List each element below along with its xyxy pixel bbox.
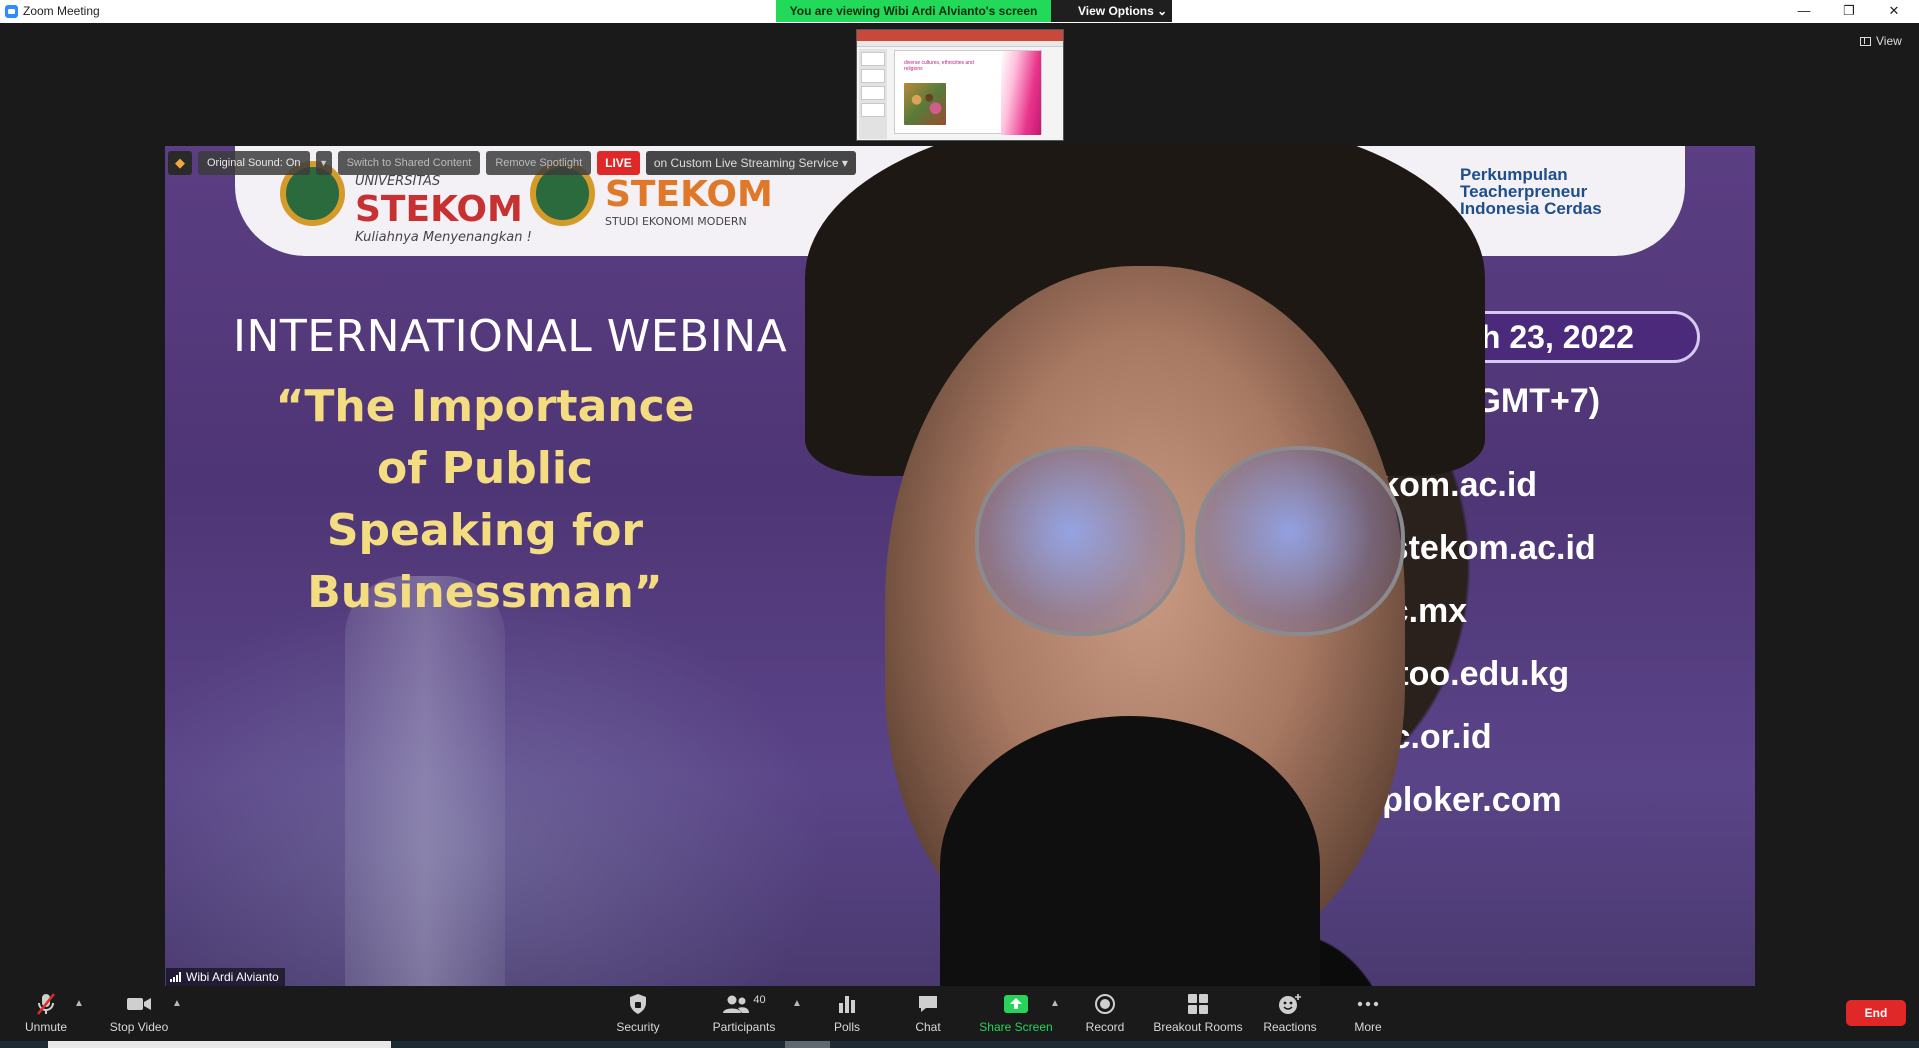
- screen-share-banner: You are viewing Wibi Ardi Alvianto's scr…: [776, 0, 1172, 22]
- shield-icon[interactable]: ◆: [168, 150, 192, 175]
- participants-button[interactable]: 40 Participants: [708, 986, 780, 1041]
- share-screen-button[interactable]: Share Screen: [976, 986, 1056, 1041]
- live-stream-label: on Custom Live Streaming Service: [653, 155, 839, 170]
- breakout-rooms-label: Breakout Rooms: [1153, 1020, 1243, 1034]
- share-options-chevron-icon[interactable]: ▲: [1050, 998, 1060, 1009]
- muted-mic-icon: [34, 992, 58, 1016]
- video-options-chevron-icon[interactable]: ▲: [172, 998, 182, 1009]
- slide-thumb: [861, 52, 885, 66]
- share-screen-label: Share Screen: [979, 1020, 1053, 1034]
- reactions-label: Reactions: [1263, 1020, 1317, 1034]
- slide-thumb: [861, 69, 885, 83]
- view-layout-button[interactable]: View: [1860, 34, 1902, 48]
- record-icon: [1094, 992, 1116, 1016]
- chat-icon: [917, 992, 939, 1016]
- live-badge: LIVE: [597, 150, 640, 175]
- view-options-label: View Options: [1078, 4, 1154, 18]
- unmute-button[interactable]: Unmute: [18, 986, 74, 1041]
- security-button[interactable]: Security: [608, 986, 668, 1041]
- participants-chevron-icon[interactable]: ▲: [792, 998, 802, 1009]
- video-camera-icon: [126, 992, 152, 1016]
- slide-decoration: [1001, 51, 1041, 135]
- chat-label: Chat: [915, 1020, 941, 1034]
- record-label: Record: [1085, 1020, 1125, 1034]
- speaker-video: UNIVERSITAS STEKOM Kuliahnya Menyenangka…: [165, 146, 1755, 986]
- chevron-down-icon[interactable]: ▼: [315, 150, 332, 175]
- window-title: Zoom Meeting: [23, 4, 100, 18]
- switch-shared-content-button[interactable]: Switch to Shared Content: [337, 150, 481, 175]
- view-options-button[interactable]: View Options ⌄: [1051, 0, 1172, 22]
- polls-button[interactable]: Polls: [822, 986, 872, 1041]
- reactions-button[interactable]: Reactions: [1260, 986, 1320, 1041]
- slide-thumb: [861, 86, 885, 100]
- share-screen-icon: [1003, 992, 1029, 1016]
- chat-button[interactable]: Chat: [903, 986, 953, 1041]
- current-slide: diverse cultures, ethnicities and religi…: [894, 50, 1042, 135]
- more-button[interactable]: More: [1343, 986, 1393, 1041]
- signal-strength-icon: [170, 972, 181, 982]
- live-stream-dropdown[interactable]: on Custom Live Streaming Service ▾: [645, 150, 856, 175]
- logo-text: STEKOM: [605, 174, 773, 215]
- stekom-logo: UNIVERSITAS STEKOM Kuliahnya Menyenangka…: [355, 174, 532, 245]
- meeting-controls: Unmute ▲ Stop Video ▲ Security 40 Partic…: [0, 986, 1919, 1041]
- audio-options-chevron-icon[interactable]: ▲: [74, 998, 84, 1009]
- polls-label: Polls: [833, 1020, 860, 1034]
- reactions-icon: [1278, 992, 1302, 1016]
- zoom-app-icon: [5, 5, 18, 18]
- microphone-stand: [345, 576, 505, 986]
- original-sound-button[interactable]: Original Sound: On: [198, 150, 310, 175]
- powerpoint-toolbar: [857, 41, 1063, 47]
- chevron-down-icon: ⌄: [1157, 4, 1168, 18]
- stie-stekom-logo: STEKOM STUDI EKONOMI MODERN: [605, 174, 773, 228]
- zoom-window: Zoom Meeting — ❐ ✕ You are viewing Wibi …: [0, 0, 1919, 1048]
- participants-icon: 40: [722, 992, 766, 1016]
- end-meeting-button[interactable]: End: [1846, 1000, 1906, 1026]
- participants-count: 40: [753, 994, 766, 1006]
- participant-name: Wibi Ardi Alvianto: [186, 970, 279, 984]
- view-label: View: [1876, 34, 1902, 48]
- participant-name-tag: Wibi Ardi Alvianto: [166, 968, 285, 986]
- logo-tagline: STUDI EKONOMI MODERN: [605, 215, 747, 228]
- slide-text: diverse cultures, ethnicities and religi…: [904, 60, 974, 72]
- stop-video-label: Stop Video: [109, 1020, 169, 1034]
- shield-icon: [628, 992, 648, 1016]
- participants-label: Participants: [712, 1020, 776, 1034]
- taskbar: [0, 1041, 1919, 1048]
- breakout-rooms-button[interactable]: Breakout Rooms: [1150, 986, 1246, 1041]
- webinar-theme: “The Importance of Public Speaking for B…: [275, 381, 695, 618]
- logo-top: UNIVERSITAS: [355, 174, 441, 189]
- more-icon: [1357, 992, 1379, 1016]
- webinar-heading: INTERNATIONAL WEBINA: [233, 311, 788, 362]
- taskbar-item[interactable]: [48, 1041, 391, 1048]
- glasses-left-lens: [975, 446, 1185, 636]
- glasses-right-lens: [1195, 446, 1405, 636]
- unmute-label: Unmute: [24, 1020, 68, 1034]
- slide-thumb: [861, 103, 885, 117]
- breakout-rooms-icon: [1187, 992, 1209, 1016]
- chevron-down-icon: ▾: [841, 155, 848, 170]
- polls-icon: [837, 992, 857, 1016]
- logo-tagline: Kuliahnya Menyenangkan !: [355, 230, 532, 245]
- restore-button[interactable]: ❐: [1826, 0, 1872, 23]
- shared-screen-thumbnail[interactable]: diverse cultures, ethnicities and religi…: [856, 29, 1064, 141]
- record-button[interactable]: Record: [1080, 986, 1130, 1041]
- gallery-view-icon: [1860, 36, 1871, 46]
- security-label: Security: [616, 1020, 660, 1034]
- stop-video-button[interactable]: Stop Video: [104, 986, 174, 1041]
- close-button[interactable]: ✕: [1871, 0, 1917, 23]
- viewing-screen-label: You are viewing Wibi Ardi Alvianto's scr…: [776, 0, 1051, 22]
- minimize-button[interactable]: —: [1781, 0, 1827, 23]
- more-label: More: [1354, 1020, 1382, 1034]
- ptic-logo: Perkumpulan Teacherpreneur Indonesia Cer…: [1460, 165, 1602, 218]
- logo-text: STEKOM: [355, 189, 523, 230]
- powerpoint-ribbon: [857, 30, 1063, 41]
- video-toolbar: ◆ Original Sound: On ▼ Switch to Shared …: [168, 150, 856, 175]
- remove-spotlight-button[interactable]: Remove Spotlight: [486, 150, 592, 175]
- slide-panel: [859, 49, 887, 139]
- slide-photo: [904, 83, 946, 125]
- taskbar-item[interactable]: [785, 1041, 830, 1048]
